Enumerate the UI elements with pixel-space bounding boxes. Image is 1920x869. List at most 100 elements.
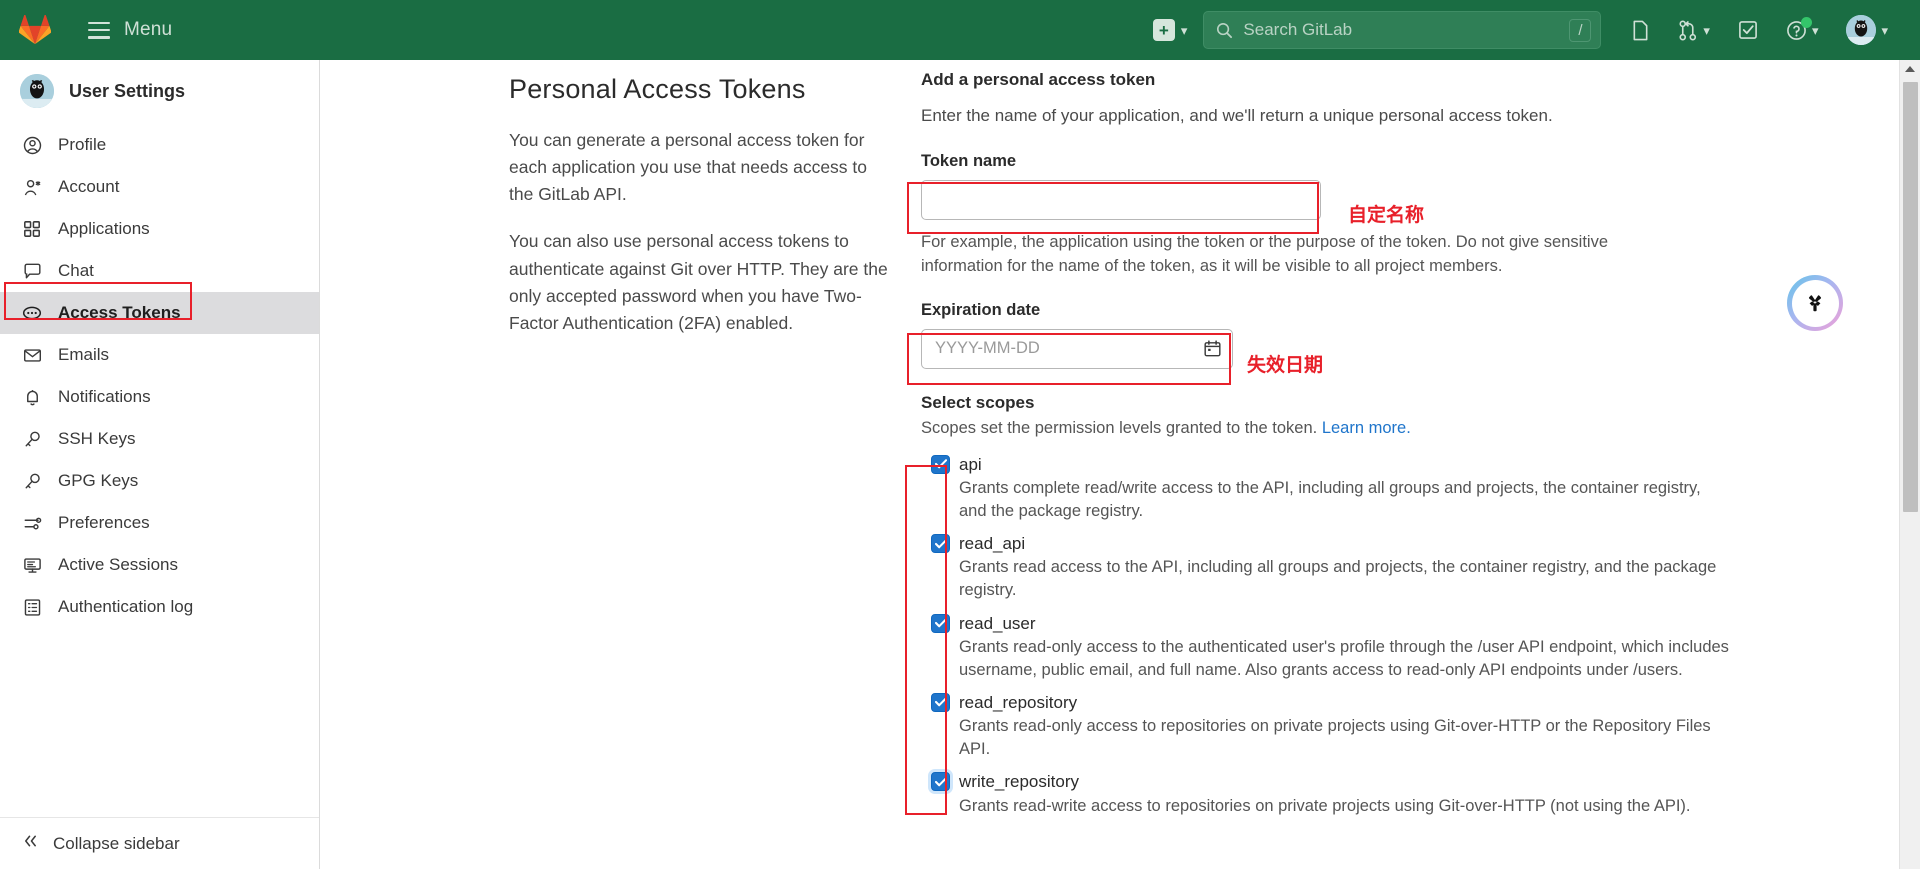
scrollbar-thumb[interactable] — [1903, 82, 1918, 512]
form-heading: Add a personal access token — [921, 70, 1156, 89]
sidebar-item-label: Account — [58, 177, 120, 196]
scope-name: read_api — [959, 534, 1026, 554]
token-name-label: Token name — [921, 151, 1017, 170]
key-icon — [22, 429, 42, 449]
scope-checkbox-api[interactable] — [931, 454, 950, 474]
scope-checkbox-read-api[interactable] — [931, 534, 950, 554]
scope-description: Grants read-write access to repositories… — [959, 796, 1691, 815]
top-navbar: Menu + ▾ Search GitLab / ▾ ▾ ▾ — [0, 0, 1920, 60]
profile-user-icon — [22, 135, 42, 155]
envelope-icon — [22, 345, 42, 365]
search-input[interactable]: Search GitLab / — [1203, 11, 1602, 49]
plus-square-icon[interactable]: + — [1152, 19, 1175, 41]
account-user-gear-icon — [22, 177, 42, 197]
new-item-dropdown[interactable]: + ▾ — [1152, 19, 1188, 41]
merge-requests-dropdown[interactable]: ▾ — [1664, 10, 1724, 50]
sidebar-item-active-sessions[interactable]: Active Sessions — [0, 544, 319, 586]
user-settings-sidebar: User Settings Profile Account Applicatio… — [0, 60, 320, 869]
scope-description: Grants read access to the API, including… — [959, 558, 1717, 600]
sidebar-item-label: Chat — [58, 261, 94, 280]
scope-item-write-repository: write_repository Grants read-write acces… — [921, 771, 1731, 817]
sidebar-nav: Profile Account Applications Chat Access… — [0, 122, 319, 628]
sidebar-item-label: Access Tokens — [58, 303, 181, 322]
scope-description: Grants complete read/write access to the… — [959, 478, 1701, 520]
scope-item-read-repository: read_repository Grants read-only access … — [921, 692, 1731, 761]
nav-menu-label[interactable]: Menu — [124, 19, 172, 41]
search-placeholder: Search GitLab — [1243, 20, 1353, 39]
chevron-down-icon: ▾ — [1180, 22, 1188, 38]
scope-description: Grants read-only access to repositories … — [959, 717, 1711, 759]
help-dropdown[interactable]: ▾ — [1772, 10, 1833, 50]
sidebar-item-label: Active Sessions — [58, 555, 178, 574]
learn-more-link[interactable]: Learn more. — [1322, 419, 1411, 437]
description-paragraph-1: You can generate a personal access token… — [509, 130, 868, 205]
main-content: Personal Access Tokens You can generate … — [321, 60, 1899, 869]
scroll-up-arrow-icon[interactable] — [1905, 66, 1915, 72]
sidebar-item-gpg-keys[interactable]: GPG Keys — [0, 460, 319, 502]
sidebar-item-label: Emails — [58, 345, 110, 364]
sidebar-item-profile[interactable]: Profile — [0, 124, 319, 166]
scope-item-api: api Grants complete read/write access to… — [921, 454, 1731, 523]
issues-icon[interactable] — [1617, 10, 1664, 50]
applications-grid-icon — [22, 219, 42, 239]
floating-help-widget[interactable] — [1787, 275, 1843, 331]
sidebar-item-account[interactable]: Account — [0, 166, 319, 208]
expiration-date-field — [921, 328, 1233, 369]
expiration-date-input[interactable] — [921, 328, 1233, 369]
sidebar-title: User Settings — [69, 80, 186, 101]
todos-icon[interactable] — [1724, 10, 1772, 50]
annotation-text-token-name: 自定名称 — [1348, 205, 1425, 226]
log-list-icon — [22, 597, 42, 617]
scope-name: api — [959, 454, 982, 474]
scope-checkbox-read-user[interactable] — [931, 613, 950, 633]
sidebar-header: User Settings — [0, 60, 319, 122]
double-chevron-left-icon — [22, 833, 39, 854]
scope-checkbox-write-repository[interactable] — [931, 772, 950, 792]
sidebar-item-preferences[interactable]: Preferences — [0, 502, 319, 544]
sidebar-item-access-tokens[interactable]: Access Tokens — [0, 292, 319, 334]
sidebar-item-label: GPG Keys — [58, 471, 139, 490]
sidebar-item-ssh-keys[interactable]: SSH Keys — [0, 418, 319, 460]
avatar — [20, 74, 54, 108]
description-paragraph-2: You can also use personal access tokens … — [509, 231, 888, 333]
sidebar-item-authentication-log[interactable]: Authentication log — [0, 586, 319, 628]
sidebar-item-label: Notifications — [58, 387, 151, 406]
key-icon — [22, 471, 42, 491]
access-token-icon — [22, 303, 42, 323]
scope-checkbox-read-repository[interactable] — [931, 692, 950, 712]
token-name-input[interactable] — [921, 179, 1321, 220]
scopes-section: Select scopes Scopes set the permission … — [921, 393, 1731, 818]
sidebar-item-applications[interactable]: Applications — [0, 208, 319, 250]
page-scrollbar[interactable] — [1899, 60, 1920, 869]
hamburger-menu-icon[interactable] — [88, 21, 110, 39]
sidebar-item-label: SSH Keys — [58, 429, 136, 448]
collapse-sidebar-button[interactable]: Collapse sidebar — [0, 817, 319, 869]
sidebar-item-emails[interactable]: Emails — [0, 334, 319, 376]
scope-item-read-user: read_user Grants read-only access to the… — [921, 613, 1731, 682]
sidebar-item-notifications[interactable]: Notifications — [0, 376, 319, 418]
page-description-column: Personal Access Tokens You can generate … — [509, 74, 889, 357]
search-icon — [1217, 22, 1233, 38]
help-notification-badge — [1801, 17, 1813, 28]
tri-blade-widget-icon — [1791, 279, 1839, 327]
token-name-help-text: For example, the application using the t… — [921, 232, 1608, 275]
chevron-down-icon: ▾ — [1811, 22, 1819, 38]
scope-name: write_repository — [959, 772, 1079, 792]
sidebar-item-label: Preferences — [58, 513, 150, 532]
gitlab-tanuki-logo[interactable] — [18, 13, 52, 47]
scope-name: read_user — [959, 613, 1036, 633]
user-menu-dropdown[interactable]: ▾ — [1832, 10, 1902, 50]
scope-description: Grants read-only access to the authentic… — [959, 637, 1729, 679]
collapse-sidebar-label: Collapse sidebar — [53, 833, 180, 853]
sidebar-item-chat[interactable]: Chat — [0, 250, 319, 292]
expiration-date-label: Expiration date — [921, 300, 1041, 319]
chat-bubble-icon — [22, 261, 42, 281]
avatar — [1846, 15, 1877, 45]
sidebar-item-label: Profile — [58, 135, 107, 154]
navbar-icon-group: ▾ ▾ ▾ — [1617, 10, 1902, 50]
form-subheading: Enter the name of your application, and … — [921, 106, 1553, 125]
page-title: Personal Access Tokens — [509, 74, 806, 104]
chevron-down-icon: ▾ — [1881, 22, 1888, 38]
bell-icon — [22, 387, 42, 407]
merge-request-icon — [1679, 20, 1697, 40]
